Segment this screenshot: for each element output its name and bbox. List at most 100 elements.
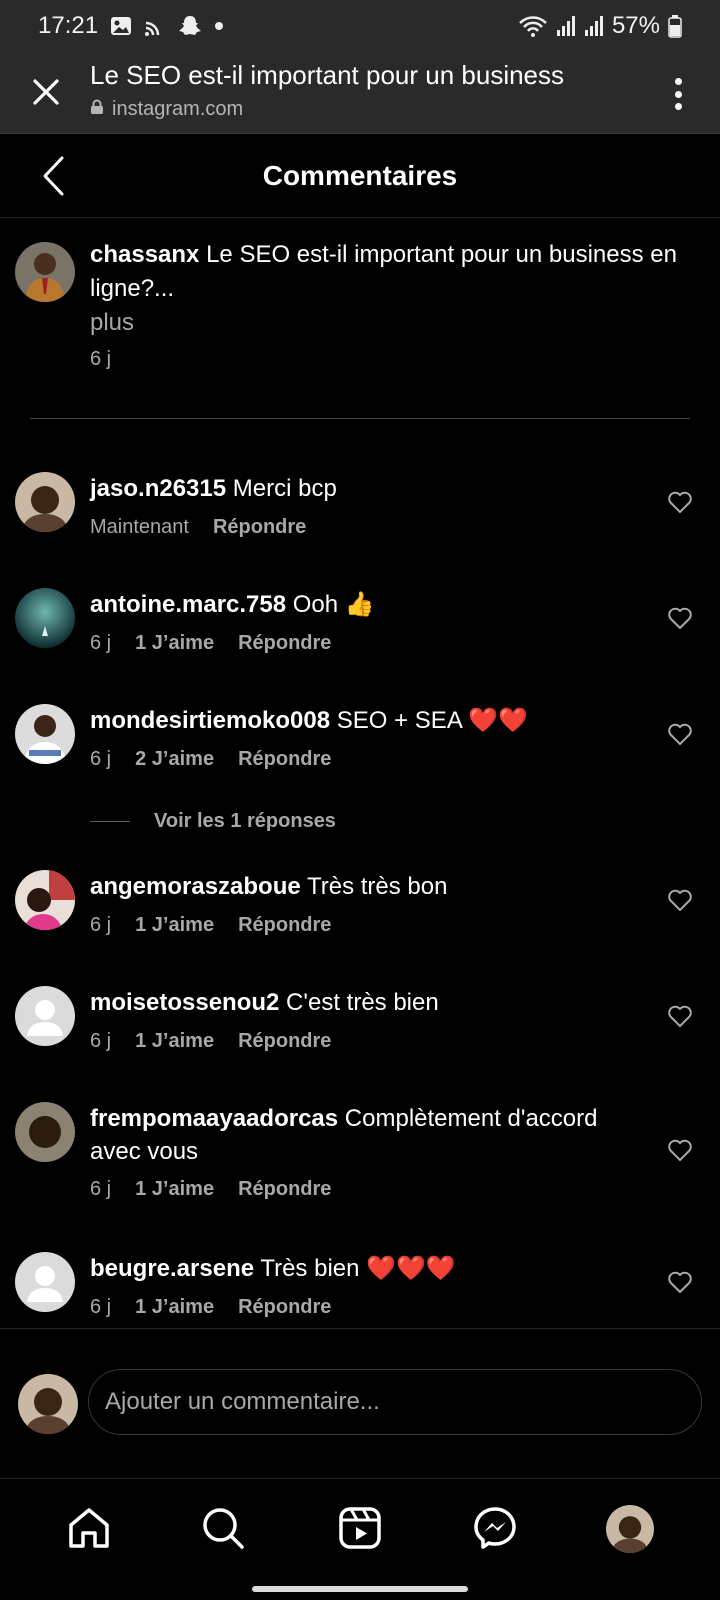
comments-header: Commentaires [0,134,720,218]
status-bar: 17:21 57% [0,0,720,52]
comment-text: mondesirtiemoko008 SEO + SEA ❤️❤️ [90,704,645,737]
comment-username[interactable]: beugre.arsene [90,1255,254,1282]
comment-age: Maintenant [90,516,189,538]
comment-age: 6 j [90,1296,112,1318]
comment-age: 6 j [90,1178,112,1200]
snapchat-icon [178,15,202,37]
avatar [18,1374,78,1434]
reply-button[interactable]: Répondre [238,1296,331,1319]
comment-text: jaso.n26315 Merci bcp [90,472,645,505]
likes-count[interactable]: 1 J’aime [135,914,214,937]
likes-count[interactable]: 1 J’aime [135,1178,214,1201]
view-replies-label[interactable]: Voir les 1 réponses [154,810,336,833]
comment-username[interactable]: moisetossenou2 [90,989,279,1016]
default-avatar-icon[interactable] [15,986,75,1046]
comment-body: Ooh 👍 [286,591,375,618]
comment-meta: Maintenant Répondre [90,516,306,539]
status-time: 17:21 [38,12,99,39]
browser-url: instagram.com [90,98,243,121]
battery-icon [668,14,682,38]
like-heart-icon[interactable] [667,1270,693,1294]
more-options-icon[interactable] [668,74,688,114]
comment-meta: 6 j 1 J’aime Répondre [90,1030,331,1053]
avatar[interactable] [15,1102,75,1162]
comment-age: 6 j [90,748,112,770]
gesture-bar[interactable] [252,1586,468,1592]
comment-text: angemoraszaboue Très très bon [90,870,645,903]
caption-text: chassanx Le SEO est-il important pour un… [90,238,720,340]
comment-username[interactable]: angemoraszaboue [90,873,301,900]
comment-text: frempomaayaadorcas Complètement d'accord… [90,1102,645,1168]
replies-line [90,821,130,822]
divider [30,418,690,419]
reply-button[interactable]: Répondre [238,914,331,937]
avatar[interactable] [15,242,75,302]
comment-body: Très très bon [300,873,448,900]
comment-age: 6 j [90,914,112,936]
browser-toolbar: Le SEO est-il important pour un business… [0,52,720,134]
comment-text: moisetossenou2 C'est très bien [90,986,645,1019]
comment-meta: 6 j 1 J’aime Répondre [90,1178,331,1201]
likes-count[interactable]: 2 J’aime [135,748,214,771]
signal-icon [584,15,604,37]
comment-meta: 6 j 1 J’aime Répondre [90,914,331,937]
reels-icon[interactable] [335,1503,385,1553]
more-link[interactable]: plus [90,306,720,340]
like-heart-icon[interactable] [667,1138,693,1162]
likes-count[interactable]: 1 J’aime [135,1030,214,1053]
post-caption: chassanx Le SEO est-il important pour un… [0,218,720,418]
dot-icon [214,21,224,31]
comment-input[interactable]: Ajouter un commentaire... [88,1369,702,1435]
comment-age: 6 j [90,632,112,654]
caption-username[interactable]: chassanx [90,241,199,268]
page-title: Commentaires [262,159,458,191]
image-icon [110,15,132,37]
comment-text: antoine.marc.758 Ooh 👍 [90,588,645,621]
likes-count[interactable]: 1 J’aime [135,1296,214,1319]
comment-text: beugre.arsene Très bien ❤️❤️❤️ [90,1252,645,1285]
avatar[interactable] [15,472,75,532]
reply-button[interactable]: Répondre [238,632,331,655]
comment-username[interactable]: jaso.n26315 [90,475,226,502]
lock-icon [90,98,104,121]
signal-icon [556,15,576,37]
comment-age: 6 j [90,1030,112,1052]
reply-button[interactable]: Répondre [238,748,331,771]
view-replies-link[interactable]: Voir les 1 réponses [90,810,336,833]
battery-level: 57% [611,12,660,39]
home-icon[interactable] [64,1503,114,1553]
comment-username[interactable]: frempomaayaadorcas [90,1105,338,1132]
comment-body: C'est très bien [279,989,439,1016]
bottom-navigation [0,1478,720,1600]
reply-button[interactable]: Répondre [238,1030,331,1053]
like-heart-icon[interactable] [667,490,693,514]
messenger-icon[interactable] [470,1503,520,1553]
default-avatar-icon[interactable] [15,1252,75,1312]
comment-meta: 6 j 1 J’aime Répondre [90,632,331,655]
search-icon[interactable] [198,1503,248,1553]
back-arrow-icon[interactable] [34,154,74,198]
profile-avatar[interactable] [606,1505,654,1553]
comment-body: SEO + SEA ❤️❤️ [330,707,528,734]
like-heart-icon[interactable] [667,1004,693,1028]
avatar[interactable] [15,588,75,648]
avatar[interactable] [15,870,75,930]
like-heart-icon[interactable] [667,888,693,912]
comment-username[interactable]: mondesirtiemoko008 [90,707,330,734]
url-text: instagram.com [112,98,244,120]
reply-button[interactable]: Répondre [238,1178,331,1201]
like-heart-icon[interactable] [667,606,693,630]
comment-body: Très bien ❤️❤️❤️ [254,1255,456,1282]
comment-meta: 6 j 2 J’aime Répondre [90,748,331,771]
cast-icon [144,15,166,37]
like-heart-icon[interactable] [667,722,693,746]
likes-count[interactable]: 1 J’aime [135,632,214,655]
comment-body: Merci bcp [226,475,337,502]
comment-meta: 6 j 1 J’aime Répondre [90,1296,331,1319]
avatar[interactable] [15,704,75,764]
comment-username[interactable]: antoine.marc.758 [90,591,286,618]
reply-button[interactable]: Répondre [213,516,306,539]
browser-page-title: Le SEO est-il important pour un business [90,60,565,90]
close-icon[interactable] [26,72,66,112]
caption-age: 6 j [90,348,112,370]
